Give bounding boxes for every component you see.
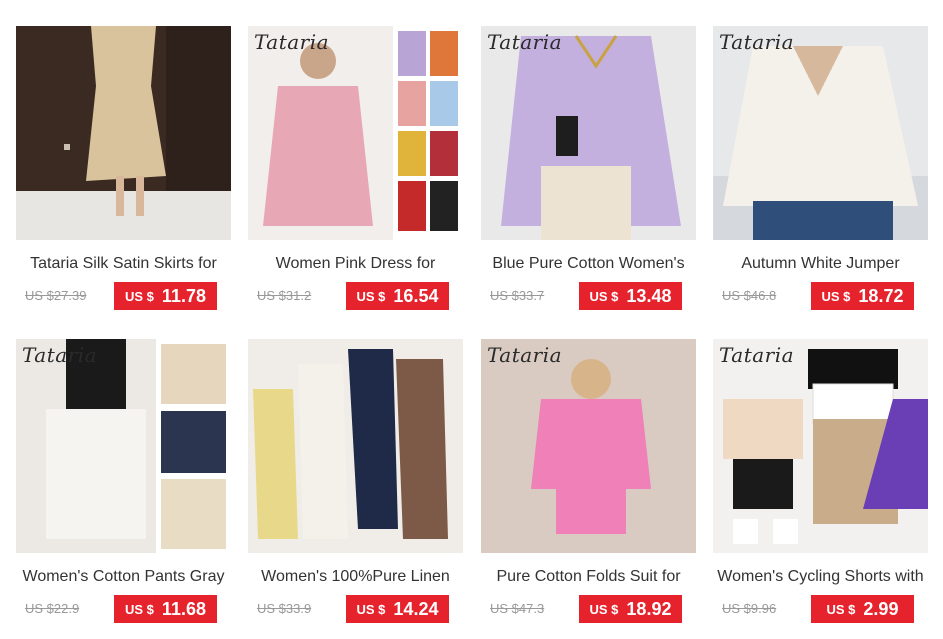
product-card[interactable]: Tataria Autumn White Jumper US $46.8 US …: [713, 26, 928, 326]
sale-price-badge: US $ 11.68: [114, 595, 217, 623]
sale-price-badge: US $ 18.92: [579, 595, 682, 623]
product-image[interactable]: Tataria: [481, 26, 696, 240]
sale-price-badge: US $ 14.24: [346, 595, 449, 623]
product-card[interactable]: Tataria Women's Cycling Shorts with US $…: [713, 339, 928, 639]
original-price: US $31.2: [257, 288, 312, 303]
product-title[interactable]: Women's Cycling Shorts with: [713, 568, 928, 586]
product-title[interactable]: Women Pink Dress for: [248, 255, 463, 273]
product-title[interactable]: Tataria Silk Satin Skirts for: [16, 255, 231, 273]
original-price: US $33.7: [490, 288, 545, 303]
currency-label: US $: [356, 288, 386, 304]
sale-price: 18.72: [858, 285, 904, 306]
product-image[interactable]: [248, 339, 463, 553]
original-price: US $47.3: [490, 601, 545, 616]
product-title[interactable]: Autumn White Jumper: [713, 255, 928, 273]
brand-logo: Tataria: [487, 343, 563, 367]
sale-price: 2.99: [863, 598, 899, 619]
brand-logo: Tataria: [719, 30, 795, 54]
original-price: US $46.8: [722, 288, 777, 303]
product-title[interactable]: Women's 100%Pure Linen: [248, 568, 463, 586]
currency-label: US $: [826, 601, 856, 617]
original-price: US $27.39: [25, 288, 87, 303]
original-price: US $33.9: [257, 601, 312, 616]
sale-price: 11.78: [161, 285, 206, 306]
sale-price: 16.54: [393, 285, 439, 306]
product-card[interactable]: Tataria Pure Cotton Folds Suit for US $4…: [481, 339, 696, 639]
sale-price-badge: US $ 18.72: [811, 282, 914, 310]
sale-price-badge: US $ 2.99: [811, 595, 914, 623]
product-card[interactable]: Tataria Women's Cotton Pants Gray US $22…: [16, 339, 231, 639]
currency-label: US $: [589, 601, 619, 617]
product-grid: Tataria Silk Satin Skirts for US $27.39 …: [0, 0, 943, 636]
brand-logo: Tataria: [22, 343, 98, 367]
brand-logo: Tataria: [254, 30, 330, 54]
sale-price: 11.68: [161, 598, 206, 619]
product-title[interactable]: Pure Cotton Folds Suit for: [481, 568, 696, 586]
original-price: US $9.96: [722, 601, 777, 616]
currency-label: US $: [356, 601, 386, 617]
product-card[interactable]: Women's 100%Pure Linen US $33.9 US $ 14.…: [248, 339, 463, 639]
product-title[interactable]: Blue Pure Cotton Women's: [481, 255, 696, 273]
sale-price: 13.48: [626, 285, 672, 306]
product-image[interactable]: Tataria: [713, 339, 928, 553]
brand-logo: Tataria: [719, 343, 795, 367]
product-card[interactable]: Tataria Silk Satin Skirts for US $27.39 …: [16, 26, 231, 326]
product-image[interactable]: Tataria: [16, 339, 231, 553]
original-price: US $22.9: [25, 601, 80, 616]
currency-label: US $: [821, 288, 851, 304]
sale-price: 14.24: [393, 598, 439, 619]
sale-price-badge: US $ 13.48: [579, 282, 682, 310]
currency-label: US $: [125, 601, 154, 617]
product-image[interactable]: Tataria: [713, 26, 928, 240]
product-image[interactable]: Tataria: [248, 26, 463, 240]
product-image[interactable]: Tataria: [481, 339, 696, 553]
product-card[interactable]: Tataria Blue Pure Cotton Women's US $33.…: [481, 26, 696, 326]
product-image[interactable]: [16, 26, 231, 240]
sale-price-badge: US $ 11.78: [114, 282, 217, 310]
sale-price-badge: US $ 16.54: [346, 282, 449, 310]
currency-label: US $: [589, 288, 619, 304]
brand-logo: Tataria: [487, 30, 563, 54]
product-title[interactable]: Women's Cotton Pants Gray: [16, 568, 231, 586]
product-card[interactable]: Tataria Women Pink Dress for US $31.2 US…: [248, 26, 463, 326]
currency-label: US $: [125, 288, 154, 304]
sale-price: 18.92: [626, 598, 672, 619]
